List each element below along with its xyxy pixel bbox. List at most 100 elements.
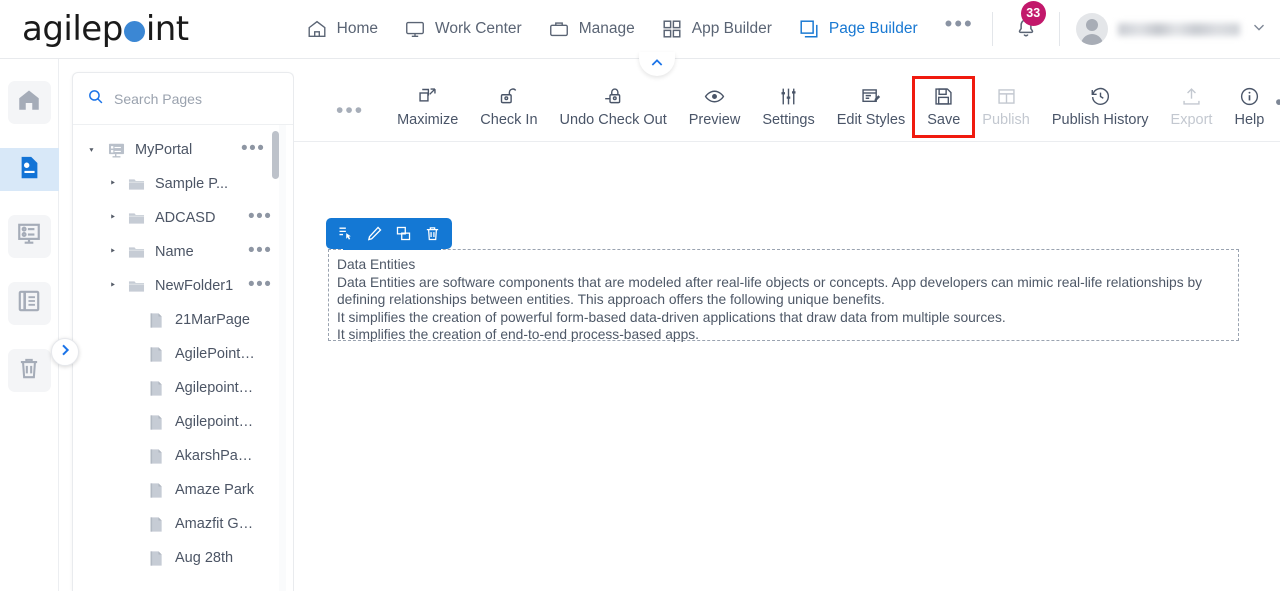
- tree-item-context-menu-button[interactable]: •••: [241, 139, 265, 158]
- toolbar-more-button[interactable]: •••: [1275, 92, 1280, 118]
- toolbar-button-publish-history[interactable]: Publish History: [1041, 80, 1160, 134]
- caret-right-icon[interactable]: [106, 245, 120, 259]
- toolbar-button-export: Export: [1160, 80, 1224, 134]
- tree-item-agilepoint[interactable]: Agilepoint…: [73, 371, 293, 405]
- tree-item-aug-28th[interactable]: Aug 28th: [73, 541, 293, 575]
- nav-item-home[interactable]: Home: [293, 12, 391, 46]
- caret-right-icon[interactable]: [106, 279, 120, 293]
- agilepoint-logo[interactable]: agilep int: [22, 9, 189, 49]
- toolbar-button-label: Check In: [480, 111, 538, 128]
- maximize-icon: [417, 86, 438, 107]
- tree-item-context-menu-button[interactable]: •••: [248, 207, 272, 226]
- pages-tree-scroll-area[interactable]: MyPortal ••• Sample P... ADCASD ••• Name ••• Ne…: [73, 125, 293, 591]
- folder-icon: [127, 209, 146, 228]
- caret-spacer: [126, 517, 140, 531]
- rail-item-home[interactable]: [7, 81, 51, 124]
- page-canvas[interactable]: Data Entities Data Entities are software…: [294, 142, 1280, 342]
- page-icon: [147, 413, 166, 432]
- page-editor-toolbar: ••• Maximize Check In Undo Check Out Previe…: [294, 72, 1280, 142]
- tree-item-agilepoint[interactable]: Agilepoint…: [73, 405, 293, 439]
- rail-expand-button[interactable]: [51, 338, 79, 366]
- list-icon: [16, 288, 42, 319]
- chevron-up-icon: [649, 55, 665, 76]
- edit-pencil-icon[interactable]: [362, 221, 387, 246]
- nav-overflow-menu-button[interactable]: •••: [931, 13, 988, 35]
- left-icon-rail: [0, 59, 79, 591]
- caret-right-icon[interactable]: [106, 177, 120, 191]
- toolbar-button-save[interactable]: Save: [912, 75, 976, 138]
- tree-item-akarshpa[interactable]: AkarshPa…: [73, 439, 293, 473]
- toolbar-button-settings[interactable]: Settings: [751, 80, 825, 134]
- page-icon: [147, 549, 166, 568]
- tree-item-label: Amazfit G…: [175, 516, 254, 532]
- tree-item-adcasd[interactable]: ADCASD •••: [73, 201, 293, 235]
- tree-item-label: Name: [155, 244, 194, 260]
- tree-item-label: ADCASD: [155, 210, 216, 226]
- nav-item-app-builder[interactable]: App Builder: [648, 12, 785, 46]
- toolbar-button-check-in[interactable]: Check In: [469, 80, 548, 134]
- content-line-title: Data Entities: [337, 257, 416, 272]
- lock-undo-icon: [603, 86, 624, 107]
- tree-item-context-menu-button[interactable]: •••: [248, 241, 272, 260]
- toolbar-overflow-left-button[interactable]: •••: [314, 100, 386, 121]
- toolbar-button-publish: Publish: [971, 80, 1041, 134]
- toolbar-button-label: Settings: [762, 111, 815, 128]
- chevron-down-icon: [1250, 18, 1268, 41]
- tree-item-label: 21MarPage: [175, 312, 250, 328]
- notifications-button[interactable]: 33: [997, 0, 1055, 45]
- tree-item-amaze-park[interactable]: Amaze Park: [73, 473, 293, 507]
- page-icon: [147, 481, 166, 500]
- page-icon: [147, 311, 166, 330]
- user-menu-button[interactable]: [1064, 13, 1280, 45]
- toolbar-button-label: Export: [1170, 111, 1213, 128]
- caret-spacer: [126, 415, 140, 429]
- data-entities-content-block[interactable]: Data Entities Data Entities are software…: [328, 249, 1239, 342]
- toolbar-button-label: Edit Styles: [836, 111, 906, 128]
- portal-monitor-icon: [107, 141, 126, 160]
- tree-item-myportal[interactable]: MyPortal •••: [73, 133, 293, 167]
- logo-text-before: agilep: [22, 9, 123, 49]
- tree-item-21marpage[interactable]: 21MarPage: [73, 303, 293, 337]
- toolbar-items: Maximize Check In Undo Check Out Preview Set…: [386, 75, 1275, 138]
- toolbar-button-edit-styles[interactable]: Edit Styles: [826, 80, 917, 134]
- rail-item-recycle-bin[interactable]: [7, 349, 51, 392]
- toolbar-button-label: Publish: [982, 111, 1030, 128]
- search-pages-bar: [73, 73, 293, 125]
- tree-item-name[interactable]: Name •••: [73, 235, 293, 269]
- search-input[interactable]: [114, 90, 274, 107]
- rail-item-forms[interactable]: [7, 215, 51, 258]
- nav-label-home: Home: [336, 20, 378, 37]
- folder-icon: [127, 243, 146, 262]
- top-navigation-bar: agilep int Home Work Center Manage App B…: [0, 0, 1280, 59]
- save-floppy-icon: [933, 86, 954, 107]
- caret-right-icon[interactable]: [106, 211, 120, 225]
- info-circle-icon: [1239, 86, 1260, 107]
- duplicate-copy-icon[interactable]: [391, 221, 416, 246]
- bell-icon: [1013, 18, 1039, 44]
- tree-item-label: AkarshPa…: [175, 448, 253, 464]
- logo-blue-dot: [123, 20, 145, 42]
- delete-trash-icon[interactable]: [420, 221, 445, 246]
- toolbar-button-undo-check-out[interactable]: Undo Check Out: [549, 80, 678, 134]
- tree-item-label: Sample P...: [155, 176, 229, 192]
- toolbar-button-preview[interactable]: Preview: [678, 80, 752, 134]
- tree-item-context-menu-button[interactable]: •••: [248, 275, 272, 294]
- nav-item-work-center[interactable]: Work Center: [391, 12, 535, 46]
- tree-item-sample-p[interactable]: Sample P...: [73, 167, 293, 201]
- nav-item-page-builder[interactable]: Page Builder: [785, 12, 931, 46]
- toolbar-button-label: Maximize: [397, 111, 459, 128]
- rail-item-lists[interactable]: [7, 282, 51, 325]
- nav-item-manage[interactable]: Manage: [535, 12, 648, 46]
- toolbar-button-maximize[interactable]: Maximize: [386, 80, 469, 134]
- move-select-icon[interactable]: [333, 221, 358, 246]
- tree-item-agilepoint[interactable]: AgilePoint…: [73, 337, 293, 371]
- tree-item-label: AgilePoint…: [175, 346, 255, 362]
- toolbar-button-help[interactable]: Help: [1223, 80, 1275, 134]
- rail-item-pages[interactable]: [0, 148, 59, 191]
- tree-item-amazfit-g[interactable]: Amazfit G…: [73, 507, 293, 541]
- element-action-toolbar: [326, 218, 452, 249]
- caret-down-icon[interactable]: [86, 143, 100, 157]
- tree-item-newfolder1[interactable]: NewFolder1 •••: [73, 269, 293, 303]
- caret-spacer: [126, 313, 140, 327]
- grid-icon: [661, 18, 683, 40]
